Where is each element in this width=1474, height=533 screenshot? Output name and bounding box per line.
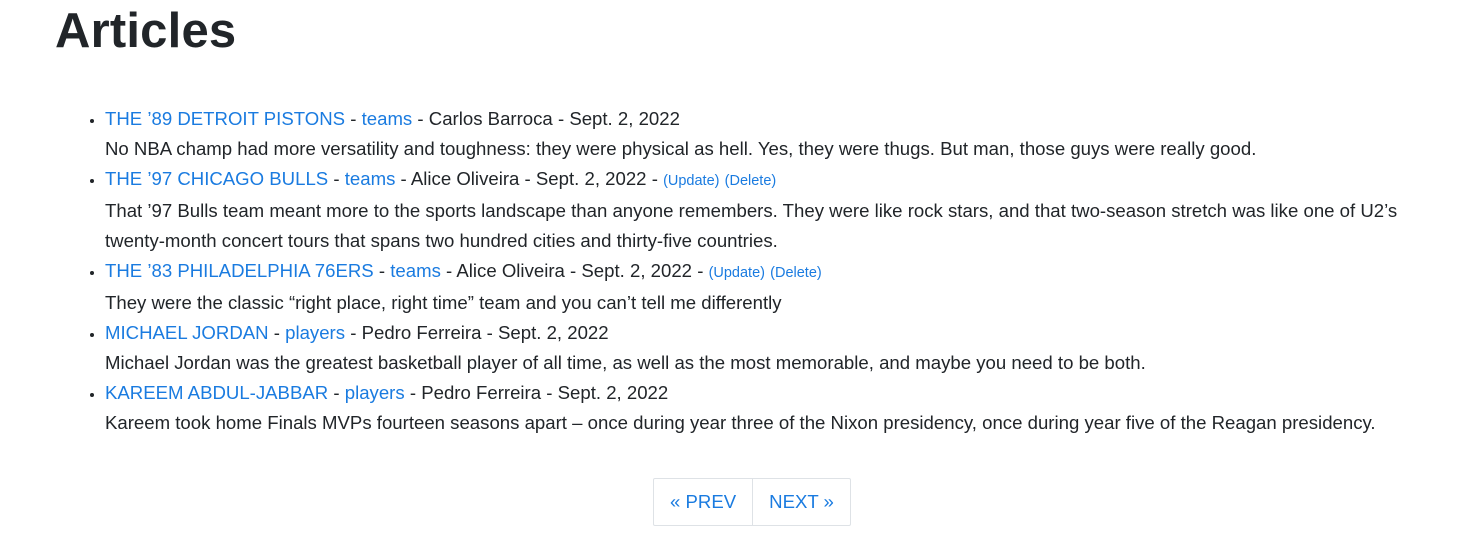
list-item: THE ’83 PHILADELPHIA 76ERS - teams - Ali… (105, 256, 1455, 318)
separator: - (404, 382, 422, 403)
page-content: Articles THE ’89 DETROIT PISTONS - teams… (55, 0, 1455, 438)
separator: - (345, 322, 362, 343)
separator: - (519, 168, 536, 189)
separator: - (268, 322, 286, 343)
separator: - (541, 382, 558, 403)
update-link[interactable]: (Update) (709, 265, 765, 281)
delete-link[interactable]: (Delete) (770, 265, 822, 281)
article-title-link[interactable]: THE ’89 DETROIT PISTONS (105, 108, 345, 129)
separator: - (692, 260, 709, 281)
separator: - (373, 260, 391, 281)
separator: - (646, 168, 664, 189)
list-item: THE ’97 CHICAGO BULLS - teams - Alice Ol… (105, 164, 1455, 256)
category-link[interactable]: players (285, 322, 345, 343)
separator: - (481, 322, 498, 343)
list-item: MICHAEL JORDAN - players - Pedro Ferreir… (105, 318, 1455, 378)
article-description: No NBA champ had more versatility and to… (105, 138, 1257, 159)
page-title: Articles (55, 4, 237, 58)
article-author: Pedro Ferreira (421, 382, 542, 403)
article-title-link[interactable]: KAREEM ABDUL-JABBAR (105, 382, 328, 403)
article-date: Sept. 2, 2022 (569, 108, 680, 129)
separator: - (564, 260, 582, 281)
article-list: THE ’89 DETROIT PISTONS - teams - Carlos… (55, 104, 1455, 438)
article-title-link[interactable]: MICHAEL JORDAN (105, 322, 269, 343)
article-description: Kareem took home Finals MVPs fourteen se… (105, 412, 1376, 433)
category-link[interactable]: teams (362, 108, 413, 129)
separator: - (552, 108, 570, 129)
list-item: KAREEM ABDUL-JABBAR - players - Pedro Fe… (105, 378, 1455, 438)
list-item: THE ’89 DETROIT PISTONS - teams - Carlos… (105, 104, 1455, 164)
separator: - (440, 260, 457, 281)
article-description: That ’97 Bulls team meant more to the sp… (105, 200, 1398, 251)
article-author: Pedro Ferreira (361, 322, 482, 343)
article-author: Alice Oliveira (456, 260, 565, 281)
category-link[interactable]: players (345, 382, 405, 403)
article-description: Michael Jordan was the greatest basketba… (105, 352, 1146, 373)
separator: - (328, 382, 345, 403)
article-date: Sept. 2, 2022 (498, 322, 609, 343)
delete-link[interactable]: (Delete) (725, 173, 777, 189)
article-date: Sept. 2, 2022 (557, 382, 669, 403)
category-link[interactable]: teams (390, 260, 441, 281)
article-date: Sept. 2, 2022 (535, 168, 647, 189)
article-description: They were the classic “right place, righ… (105, 292, 782, 313)
prev-page-button[interactable]: « PREV (654, 479, 752, 525)
separator: - (328, 168, 345, 189)
separator: - (395, 168, 411, 189)
article-title-link[interactable]: THE ’97 CHICAGO BULLS (105, 168, 328, 189)
article-title-link[interactable]: THE ’83 PHILADELPHIA 76ERS (105, 260, 374, 281)
update-link[interactable]: (Update) (663, 173, 719, 189)
pagination: « PREV NEXT » (653, 478, 851, 526)
next-page-button[interactable]: NEXT » (752, 479, 850, 525)
article-author: Alice Oliveira (410, 168, 520, 189)
separator: - (345, 108, 362, 129)
separator: - (412, 108, 429, 129)
article-date: Sept. 2, 2022 (581, 260, 693, 281)
category-link[interactable]: teams (345, 168, 396, 189)
article-author: Carlos Barroca (428, 108, 553, 129)
